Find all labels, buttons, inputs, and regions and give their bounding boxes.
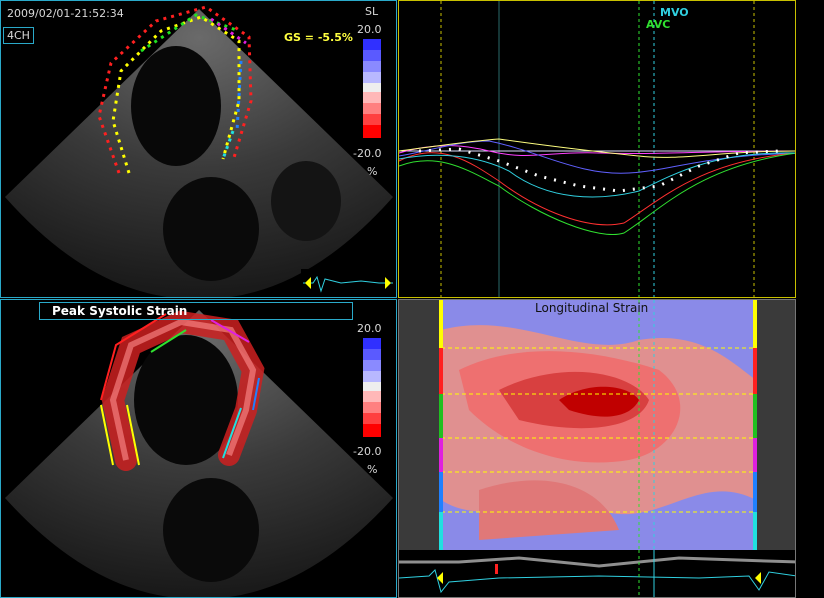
view-label[interactable]: 4CH	[3, 27, 34, 44]
longitudinal-strain-map	[399, 300, 795, 597]
strain-curves-panel[interactable]: MVO AVC	[398, 0, 796, 298]
peak-systolic-title[interactable]: Peak Systolic Strain	[39, 302, 353, 320]
avc-label: AVC	[646, 18, 671, 31]
echo-image	[5, 5, 395, 297]
peak-systolic-panel[interactable]: Peak Systolic Strain 20.0 -20.0 %	[0, 299, 397, 598]
scale-max: 20.0	[357, 322, 382, 335]
scale-min: -20.0	[353, 445, 382, 458]
mode-label: SL	[365, 5, 379, 18]
gs-value: GS = -5.5%	[284, 31, 353, 44]
timestamp: 2009/02/01-21:52:34	[7, 7, 124, 20]
longitudinal-strain-panel[interactable]: Longitudinal Strain	[398, 299, 796, 598]
strain-curves-graph	[399, 1, 795, 297]
longitudinal-strain-title: Longitudinal Strain	[535, 301, 649, 315]
peak-strain-echo	[5, 310, 393, 597]
echo-4ch-panel[interactable]: 2009/02/01-21:52:34 4CH SL GS = -5.5% 20…	[0, 0, 397, 298]
scale-unit: %	[367, 463, 378, 476]
scale-min: -20.0	[353, 147, 382, 160]
scale-unit: %	[367, 165, 378, 178]
scale-max: 20.0	[357, 23, 382, 36]
